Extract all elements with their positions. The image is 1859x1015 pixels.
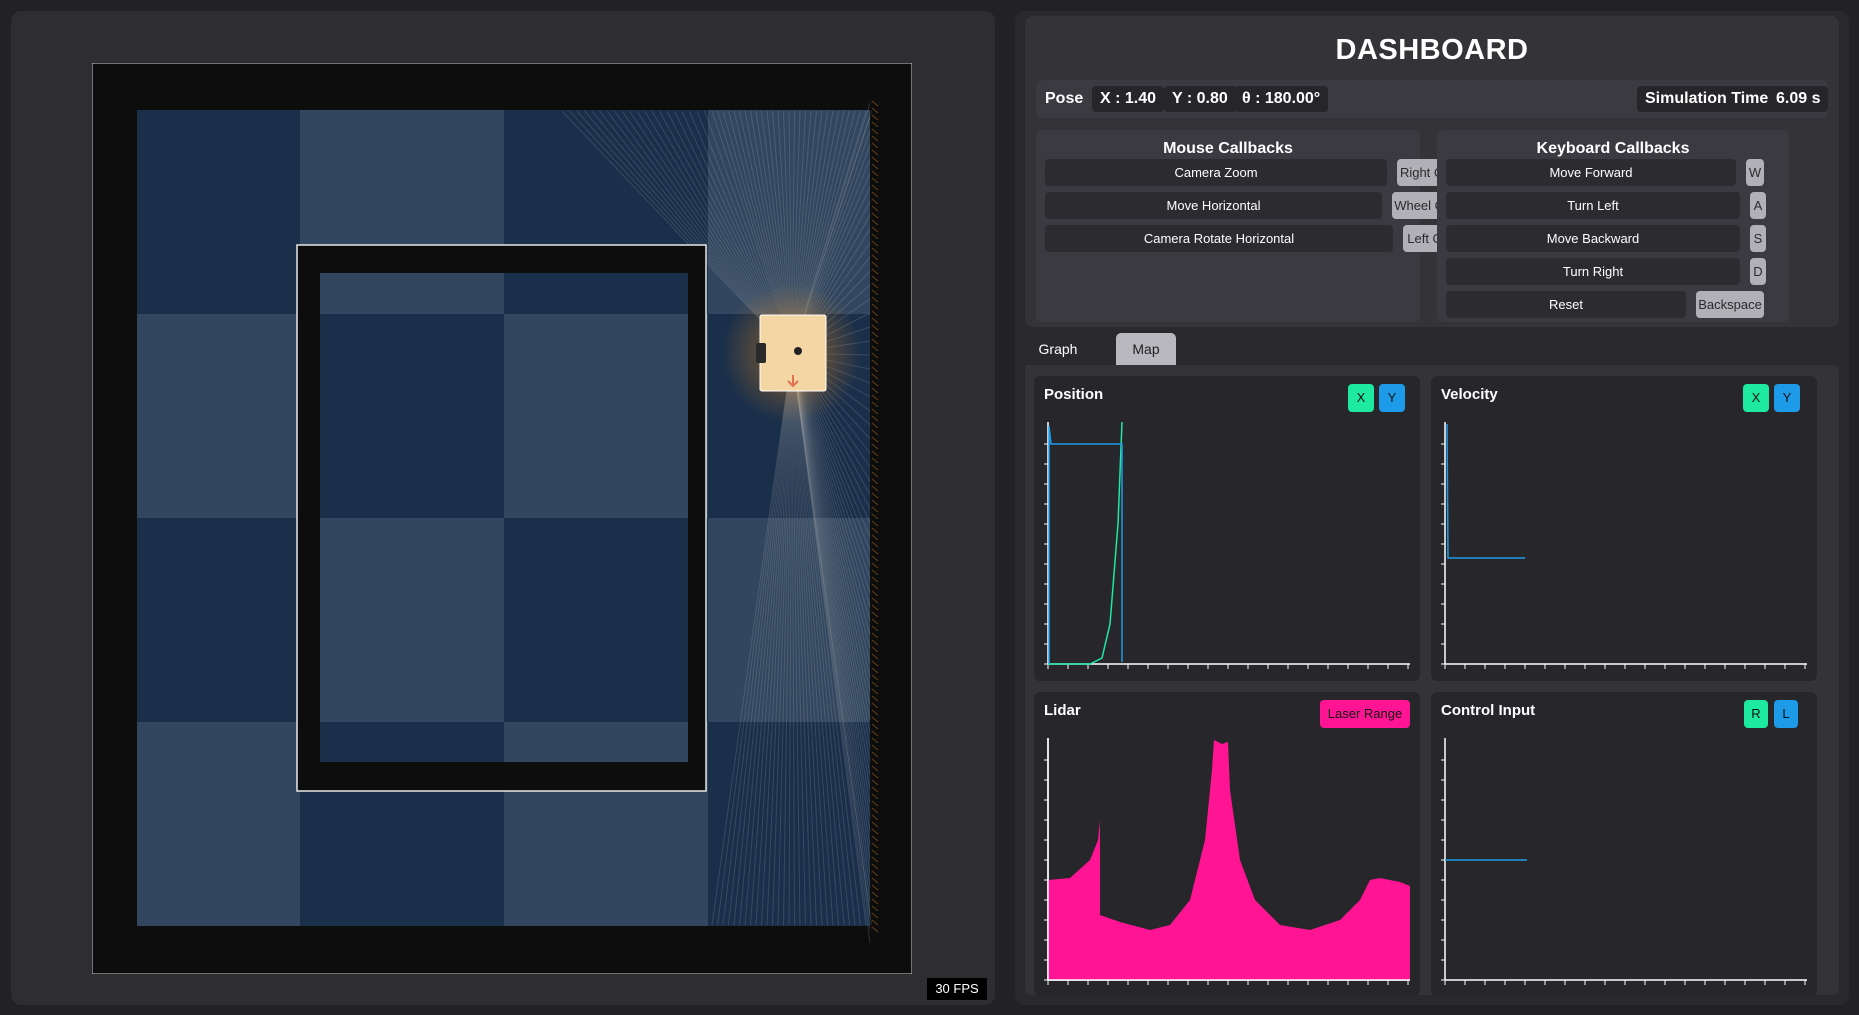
legend-y[interactable]: Y (1774, 384, 1800, 412)
keyboard-callback-row: Turn Left A (1446, 192, 1770, 219)
pose-bar: Pose X : 1.40 Y : 0.80 θ : 180.00° Simul… (1036, 80, 1829, 118)
keyboard-callback-row: Move Backward S (1446, 225, 1770, 252)
fps-counter: 30 FPS (927, 978, 987, 1000)
tab-map[interactable]: Map (1116, 333, 1176, 365)
control-plot-canvas (1441, 738, 1807, 985)
velocity-plot: Velocity X Y (1431, 376, 1817, 681)
keyboard-callback-label: Move Forward (1446, 159, 1736, 186)
mouse-callback-label: Move Horizontal (1045, 192, 1382, 219)
position-y-line (1048, 425, 1123, 664)
control-plot: Control Input R L (1431, 692, 1817, 996)
keyboard-callback-label: Reset (1446, 291, 1686, 318)
lidar-plot-title: Lidar (1044, 702, 1081, 719)
lidar-plot-canvas (1044, 738, 1410, 985)
keyboard-callback-label: Turn Left (1446, 192, 1740, 219)
legend-x[interactable]: X (1348, 384, 1374, 412)
sim-time-label: Simulation Time (1637, 86, 1777, 112)
mouse-callbacks-title: Mouse Callbacks (1163, 140, 1293, 157)
mouse-callback-label: Camera Rotate Horizontal (1045, 225, 1393, 252)
position-x-line (1048, 421, 1123, 665)
lidar-range-area (1048, 740, 1410, 980)
mouse-callback-label: Camera Zoom (1045, 159, 1387, 186)
position-plot-title: Position (1044, 386, 1104, 403)
control-plot-title: Control Input (1441, 702, 1536, 719)
legend-laser-range[interactable]: Laser Range (1320, 700, 1410, 728)
keyboard-callback-key[interactable]: W (1746, 159, 1764, 186)
keyboard-callback-row: Move Forward W (1446, 159, 1770, 186)
keyboard-callback-row: Turn Right D (1446, 258, 1770, 285)
pose-label: Pose (1045, 90, 1084, 107)
sim-time-value: 6.09 s (1768, 86, 1829, 112)
inner-obstacle (296, 244, 707, 792)
position-plot: Position X Y (1034, 376, 1420, 681)
robot (722, 283, 862, 423)
keyboard-callback-key[interactable]: A (1750, 192, 1766, 219)
pose-theta: θ : 180.00° (1234, 86, 1329, 112)
simulation-view[interactable] (92, 63, 912, 974)
keyboard-callback-key[interactable]: Backspace (1696, 291, 1764, 318)
legend-l[interactable]: L (1774, 700, 1798, 728)
keyboard-callback-key[interactable]: D (1750, 258, 1766, 285)
pose-x: X : 1.40 (1092, 86, 1165, 112)
mouse-callback-row: Move Horizontal Wheel Click (1045, 192, 1465, 219)
dashboard-header: DASHBOARD Pose X : 1.40 Y : 0.80 θ : 180… (1025, 16, 1839, 327)
mouse-callback-row: Camera Rotate Horizontal Left Click (1045, 225, 1465, 252)
simulation-panel[interactable]: 30 FPS (11, 11, 995, 1005)
mouse-callbacks-panel: Mouse Callbacks Camera Zoom Right Click … (1036, 130, 1465, 322)
legend-x[interactable]: X (1743, 384, 1769, 412)
keyboard-callback-label: Turn Right (1446, 258, 1740, 285)
keyboard-callback-key[interactable]: S (1750, 225, 1766, 252)
tab-graph[interactable]: Graph (1026, 333, 1090, 365)
velocity-plot-canvas (1441, 422, 1807, 669)
keyboard-callback-label: Move Backward (1446, 225, 1740, 252)
keyboard-callbacks-panel: Keyboard Callbacks Move Forward W Turn L… (1437, 130, 1789, 322)
pose-y: Y : 0.80 (1164, 86, 1236, 112)
legend-r[interactable]: R (1744, 700, 1768, 728)
position-plot-canvas (1044, 421, 1410, 669)
lidar-plot: Lidar Laser Range (1034, 692, 1420, 996)
keyboard-callbacks-title: Keyboard Callbacks (1536, 140, 1690, 157)
keyboard-callback-row: Reset Backspace (1446, 291, 1770, 318)
dashboard-title: DASHBOARD (1335, 34, 1529, 66)
mouse-callback-row: Camera Zoom Right Click (1045, 159, 1465, 186)
velocity-plot-title: Velocity (1441, 386, 1498, 403)
dashboard-panel: DASHBOARD Pose X : 1.40 Y : 0.80 θ : 180… (1015, 11, 1849, 1005)
legend-y[interactable]: Y (1379, 384, 1405, 412)
velocity-y-line (1446, 423, 1525, 559)
graph-area: Position X Y Velocity X Y Lidar Laser Ra… (1025, 365, 1839, 996)
